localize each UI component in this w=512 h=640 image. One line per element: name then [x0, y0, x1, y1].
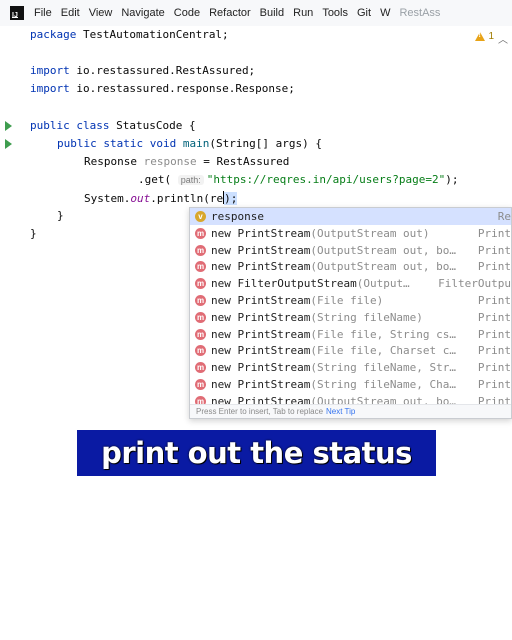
completion-item-name: new FilterOutputStream — [211, 277, 357, 291]
method-icon: m — [195, 261, 206, 273]
chevron-up-icon[interactable]: ︿ — [498, 31, 508, 46]
method-icon: m — [195, 311, 206, 323]
completion-item-params: (OutputStream out, bo… — [310, 260, 457, 274]
caption-text: print out the status — [101, 436, 412, 470]
completion-item[interactable]: m new PrintStream (OutputStream out, bo… Pr… — [190, 242, 511, 259]
completion-item-type: Print — [477, 243, 511, 257]
code-line-import-response: import io.restassured.response.Response; — [30, 82, 295, 95]
completion-item[interactable]: m new PrintStream (OutputStream out) Print — [190, 225, 511, 242]
completion-item-type: Print — [477, 378, 511, 391]
menu-view[interactable]: View — [89, 7, 113, 19]
code-line-close-method: } — [57, 209, 64, 222]
window-title: RestAss — [399, 7, 441, 19]
code-line-println: System.out.println(re); — [84, 191, 238, 205]
completion-item[interactable]: m new PrintStream (OutputStream out, bo… Pr… — [190, 258, 511, 275]
completion-item-name: new PrintStream — [211, 226, 311, 240]
completion-item-name: new PrintStream — [211, 361, 311, 375]
completion-item-params: (String fileName, Cha… — [310, 378, 457, 391]
completion-item-type: Re — [497, 210, 511, 223]
menu-refactor[interactable]: Refactor — [209, 7, 251, 19]
completion-footer-hint: Press Enter to insert, Tab to replace — [196, 407, 324, 416]
method-icon: m — [195, 379, 206, 390]
completion-item-params: (String fileName) — [310, 310, 423, 324]
method-icon: m — [195, 328, 206, 340]
method-icon: m — [195, 345, 206, 357]
run-class-icon[interactable] — [5, 121, 12, 131]
completion-item-type: Print — [477, 260, 511, 274]
menu-edit[interactable]: Edit — [61, 7, 80, 19]
completion-item-name: new PrintStream — [211, 310, 311, 324]
code-line-main-declaration: public static void main(String[] args) { — [57, 137, 322, 150]
completion-item-params: (OutputStream out, bo… — [310, 243, 457, 257]
completion-item[interactable]: m new PrintStream (File file, String cs… Pr… — [190, 326, 511, 343]
completion-item-params: (OutputStream out) — [310, 226, 430, 240]
completion-item-type: Print — [477, 361, 511, 375]
warning-icon — [475, 32, 486, 41]
completion-item-params: (String fileName, Str… — [310, 361, 457, 375]
menu-file[interactable]: File — [34, 7, 52, 19]
completion-item-name: new PrintStream — [211, 327, 311, 341]
menu-build[interactable]: Build — [260, 7, 284, 19]
completion-item[interactable]: v response Re — [190, 208, 511, 225]
menu-git[interactable]: Git — [357, 7, 371, 19]
completion-item-params: (File file) — [310, 294, 384, 307]
menu-run[interactable]: Run — [293, 7, 313, 19]
code-line-close-class: } — [30, 227, 37, 240]
completion-item[interactable]: m new PrintStream (String fileName) Print — [190, 309, 511, 326]
warnings-count: 1 — [488, 31, 494, 42]
completion-item-params: (File file, String cs… — [310, 327, 457, 341]
completion-item-name: response — [211, 210, 264, 223]
completion-item[interactable]: m new PrintStream (File file, Charset c… Pr… — [190, 342, 511, 359]
menu-code[interactable]: Code — [174, 7, 200, 19]
code-line-package: package TestAutomationCentral; — [30, 28, 229, 41]
menu-navigate[interactable]: Navigate — [121, 7, 164, 19]
completion-item-type: Print — [477, 327, 511, 341]
completion-item-name: new PrintStream — [211, 243, 311, 257]
completion-footer: Press Enter to insert, Tab to replace Ne… — [190, 404, 511, 418]
code-line-class-declaration: public class StatusCode { — [30, 119, 196, 132]
run-main-icon[interactable] — [5, 139, 12, 149]
completion-item-type: Print — [477, 294, 511, 307]
method-icon: m — [195, 227, 206, 239]
completion-item-params: (Output… — [356, 277, 410, 291]
method-icon: m — [195, 278, 206, 290]
completion-item-type: Print — [477, 310, 511, 324]
warnings-indicator[interactable]: 1 — [475, 31, 494, 42]
menu-bar: IJ File Edit View Navigate Code Refactor… — [0, 0, 512, 26]
next-tip-link[interactable]: Next Tip — [326, 407, 355, 416]
menu-window[interactable]: W — [380, 7, 390, 19]
menu-tools[interactable]: Tools — [322, 7, 348, 19]
code-line-get-call: .get( path: "https://reqres.in/api/users?… — [138, 173, 459, 186]
completion-item-name: new PrintStream — [211, 294, 311, 307]
completion-item-type: Print — [477, 226, 511, 240]
completion-item-type: FilterOutpu — [438, 277, 511, 291]
code-line-import-restassured: import io.restassured.RestAssured; — [30, 64, 256, 77]
completion-item-type: Print — [477, 344, 511, 358]
completion-item[interactable]: m new PrintStream (String fileName, Cha… Pr… — [190, 376, 511, 393]
completion-item[interactable]: m new PrintStream (String fileName, Str… Pr… — [190, 359, 511, 376]
completion-item-name: new PrintStream — [211, 260, 311, 274]
code-line-response-declaration: Response response = RestAssured — [84, 155, 290, 168]
method-icon: m — [195, 244, 206, 256]
completion-item-params: (File file, Charset c… — [310, 344, 457, 358]
caption-banner: print out the status — [77, 430, 436, 476]
completion-item[interactable]: m new FilterOutputStream (Output… FilterOut… — [190, 275, 511, 292]
code-completion-popup[interactable]: v response Re m new PrintStream (OutputStream… — [189, 207, 512, 419]
completion-item-name: new PrintStream — [211, 344, 311, 358]
method-icon: m — [195, 362, 206, 374]
intellij-logo-icon[interactable]: IJ — [10, 6, 24, 20]
completion-item[interactable]: m new PrintStream (File file) Print — [190, 292, 511, 309]
completion-item-name: new PrintStream — [211, 378, 311, 391]
variable-icon: v — [195, 211, 206, 222]
parameter-hint: path: — [177, 175, 204, 185]
method-icon: m — [195, 295, 206, 306]
